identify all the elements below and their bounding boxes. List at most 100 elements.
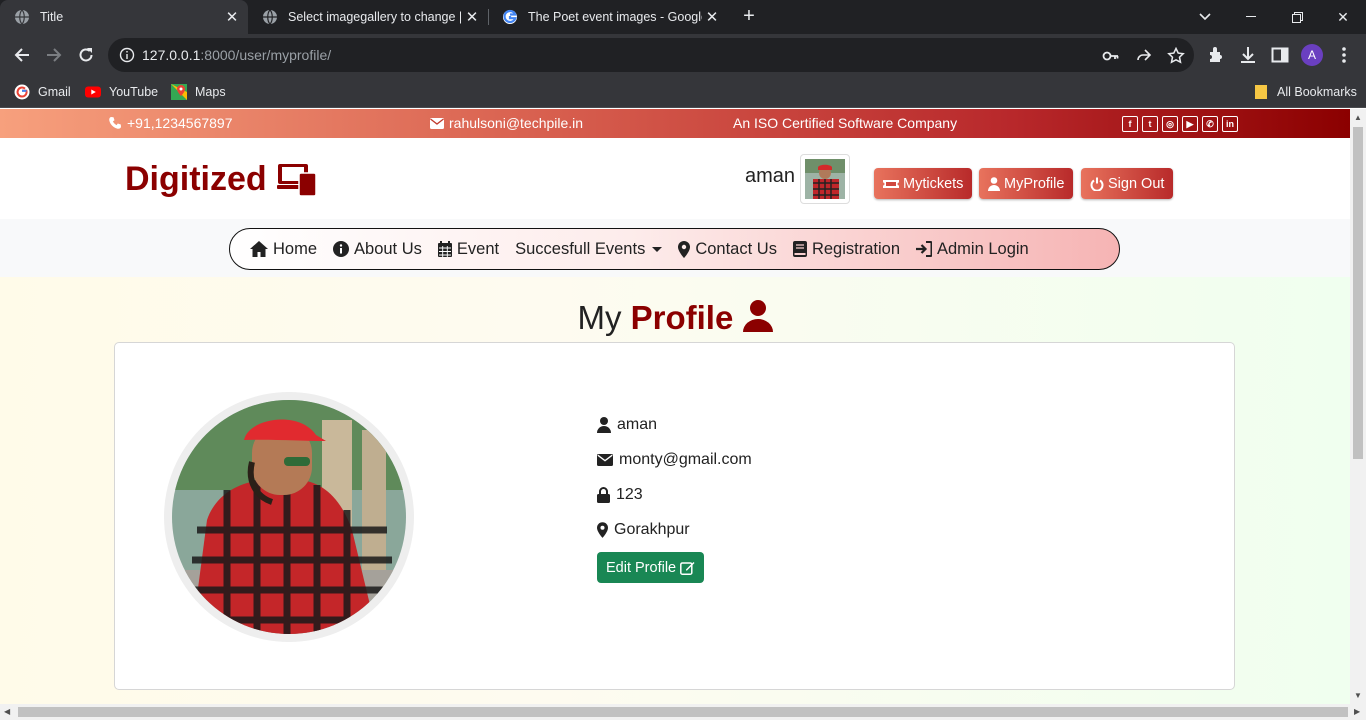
main-nav-wrapper: Home About Us Event Succesfull Events Co… bbox=[0, 219, 1350, 277]
vertical-scroll-thumb[interactable] bbox=[1353, 127, 1363, 459]
edit-profile-label: Edit Profile bbox=[606, 559, 677, 576]
facebook-icon[interactable]: f bbox=[1122, 116, 1138, 132]
close-window-icon[interactable]: ✕ bbox=[1320, 0, 1366, 34]
nav-contact[interactable]: Contact Us bbox=[678, 240, 777, 259]
edit-icon bbox=[680, 561, 695, 575]
tab-search-icon[interactable] bbox=[1182, 0, 1228, 34]
all-bookmarks-label: All Bookmarks bbox=[1277, 85, 1357, 99]
nav-registration[interactable]: Registration bbox=[792, 240, 900, 259]
nav-event[interactable]: Event bbox=[437, 239, 500, 259]
profile-password: 123 bbox=[616, 486, 643, 503]
nav-admin-login[interactable]: Admin Login bbox=[916, 240, 1029, 259]
profile-name-row: aman bbox=[597, 416, 657, 434]
bookmarks-bar: Gmail YouTube Maps All Bookmarks bbox=[0, 76, 1366, 108]
phone-info: +91,1234567897 bbox=[108, 115, 233, 131]
globe-icon bbox=[263, 9, 277, 25]
social-links: f t ◎ ▶ ✆ in bbox=[1122, 116, 1238, 132]
horizontal-scrollbar[interactable]: ◀ ▶ bbox=[0, 704, 1366, 720]
browser-tab-2[interactable]: Select imagegallery to change | D ✕ bbox=[248, 0, 488, 34]
download-icon[interactable] bbox=[1238, 45, 1258, 65]
side-panel-icon[interactable] bbox=[1270, 45, 1290, 65]
browser-tab-strip: Title ✕ Select imagegallery to change | … bbox=[0, 0, 1366, 34]
nav-home[interactable]: Home bbox=[250, 240, 317, 259]
brand-logo[interactable]: Digitized bbox=[125, 160, 317, 199]
profile-password-row: 123 bbox=[597, 486, 643, 504]
envelope-icon bbox=[597, 454, 613, 466]
profile-card: aman monty@gmail.com 123 Gorakhpur Edit … bbox=[114, 342, 1235, 690]
profile-email-row: monty@gmail.com bbox=[597, 451, 752, 469]
nav-successful-events-dropdown[interactable]: Succesfull Events bbox=[515, 240, 663, 259]
map-marker-icon bbox=[597, 522, 608, 538]
edit-profile-button[interactable]: Edit Profile bbox=[597, 552, 705, 583]
vertical-scrollbar[interactable]: ▲ ▼ bbox=[1350, 109, 1366, 704]
sign-in-icon bbox=[916, 241, 932, 257]
page-title-plain: My bbox=[577, 299, 622, 336]
whatsapp-icon[interactable]: ✆ bbox=[1202, 116, 1218, 132]
youtube-icon bbox=[85, 86, 101, 98]
new-tab-button[interactable]: + bbox=[738, 5, 760, 27]
site-header: Digitized aman Mytickets MyProfile Sign … bbox=[0, 138, 1350, 219]
bookmark-youtube[interactable]: YouTube bbox=[85, 82, 158, 102]
instagram-icon[interactable]: ◎ bbox=[1162, 116, 1178, 132]
all-bookmarks[interactable]: All Bookmarks bbox=[1253, 82, 1357, 102]
caret-down-icon bbox=[652, 246, 663, 252]
tab-title: The Poet event images - Google bbox=[528, 10, 702, 24]
nav-contact-label: Contact Us bbox=[695, 239, 777, 258]
browser-tab-3[interactable]: The Poet event images - Google ✕ bbox=[488, 0, 728, 34]
nav-about-label: About Us bbox=[354, 239, 422, 258]
url-path: :8000/user/myprofile/ bbox=[200, 47, 332, 63]
scroll-left-icon[interactable]: ◀ bbox=[4, 707, 10, 716]
calendar-icon bbox=[437, 241, 452, 257]
tagline-text: An ISO Certified Software Company bbox=[733, 115, 958, 131]
brand-name: Digitized bbox=[125, 160, 267, 198]
nav-event-label: Event bbox=[456, 239, 500, 258]
bookmark-maps[interactable]: Maps bbox=[171, 82, 226, 102]
twitter-icon[interactable]: t bbox=[1142, 116, 1158, 132]
mytickets-button[interactable]: Mytickets bbox=[874, 168, 973, 199]
close-tab-icon[interactable]: ✕ bbox=[222, 8, 242, 26]
close-tab-icon[interactable]: ✕ bbox=[462, 8, 482, 26]
lock-icon bbox=[597, 487, 610, 503]
signout-button[interactable]: Sign Out bbox=[1081, 168, 1174, 199]
profile-photo bbox=[164, 392, 414, 642]
url-host: 127.0.0.1 bbox=[142, 47, 201, 63]
bookmark-gmail[interactable]: Gmail bbox=[14, 82, 71, 102]
scroll-down-icon[interactable]: ▼ bbox=[1354, 691, 1362, 700]
email-info: rahulsoni@techpile.in bbox=[430, 115, 583, 131]
user-avatar[interactable] bbox=[800, 154, 850, 204]
profile-avatar[interactable]: A bbox=[1301, 44, 1323, 66]
scroll-up-icon[interactable]: ▲ bbox=[1354, 113, 1362, 122]
site-info-icon[interactable] bbox=[119, 47, 135, 63]
profile-name: aman bbox=[617, 416, 658, 433]
page-title: My Profile bbox=[0, 299, 1350, 337]
bookmark-label: YouTube bbox=[109, 85, 159, 99]
book-icon bbox=[792, 241, 807, 257]
nav-about[interactable]: About Us bbox=[333, 240, 422, 259]
myprofile-button[interactable]: MyProfile bbox=[979, 168, 1074, 199]
mytickets-label: Mytickets bbox=[903, 175, 964, 192]
reload-icon[interactable] bbox=[73, 42, 99, 68]
forward-icon[interactable] bbox=[41, 42, 67, 68]
extensions-icon[interactable] bbox=[1206, 45, 1226, 65]
menu-icon[interactable] bbox=[1334, 45, 1354, 65]
ticket-icon bbox=[883, 179, 899, 188]
minimize-icon[interactable] bbox=[1228, 0, 1274, 34]
horizontal-scroll-thumb[interactable] bbox=[18, 707, 1348, 717]
restore-icon[interactable] bbox=[1274, 0, 1320, 34]
star-icon[interactable] bbox=[1167, 47, 1185, 65]
close-tab-icon[interactable]: ✕ bbox=[702, 8, 722, 26]
url-text: 127.0.0.1:8000/user/myprofile/ bbox=[142, 47, 331, 63]
address-bar[interactable]: 127.0.0.1:8000/user/myprofile/ bbox=[108, 38, 1194, 72]
map-marker-icon bbox=[678, 240, 691, 258]
key-icon[interactable] bbox=[1102, 47, 1120, 65]
maps-icon bbox=[171, 84, 187, 100]
youtube-icon[interactable]: ▶ bbox=[1182, 116, 1198, 132]
scroll-right-icon[interactable]: ▶ bbox=[1354, 707, 1360, 716]
linkedin-icon[interactable]: in bbox=[1222, 116, 1238, 132]
info-circle-icon bbox=[333, 241, 350, 257]
share-icon[interactable] bbox=[1135, 47, 1153, 65]
back-icon[interactable] bbox=[9, 42, 35, 68]
browser-tab-1[interactable]: Title ✕ bbox=[0, 0, 248, 34]
top-contact-bar: +91,1234567897 rahulsoni@techpile.in An … bbox=[0, 109, 1350, 138]
main-nav: Home About Us Event Succesfull Events Co… bbox=[229, 228, 1120, 270]
